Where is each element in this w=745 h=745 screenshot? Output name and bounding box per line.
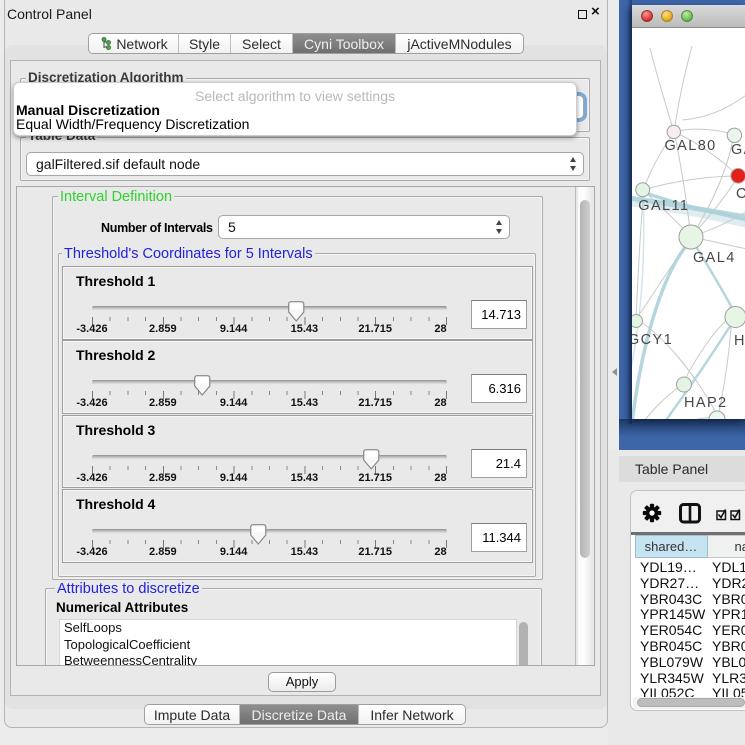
svg-text:HI: HI bbox=[734, 333, 745, 349]
svg-text:GAL4: GAL4 bbox=[693, 250, 736, 266]
svg-text:GA: GA bbox=[731, 142, 745, 158]
svg-text:GAL11: GAL11 bbox=[638, 198, 689, 214]
svg-text:GAL80: GAL80 bbox=[665, 138, 717, 154]
svg-text:C: C bbox=[736, 186, 745, 202]
svg-text:GCY1: GCY1 bbox=[632, 332, 673, 348]
svg-text:HAP2: HAP2 bbox=[684, 395, 727, 411]
